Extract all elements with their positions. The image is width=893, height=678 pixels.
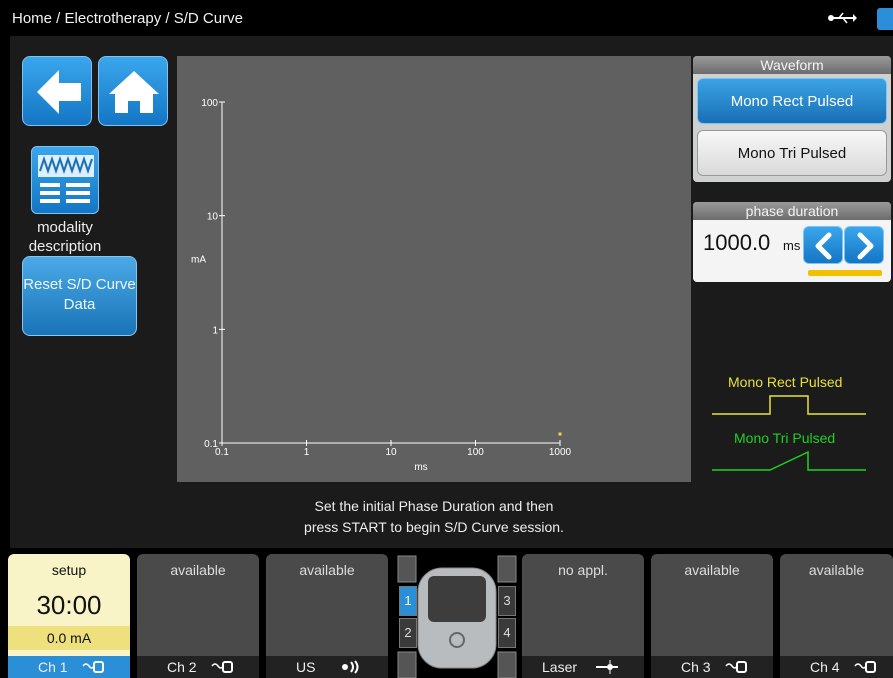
data-point [558, 432, 562, 436]
channel-3-tile[interactable]: available Ch 3 [651, 554, 773, 678]
x-axis-label: ms [414, 462, 427, 473]
back-button[interactable] [22, 56, 92, 126]
phase-duration-panel: phase duration 1000.0 ms [693, 202, 891, 282]
device-slot-4[interactable]: 4 [498, 618, 516, 648]
ultrasound-channel-tile[interactable]: available US [266, 554, 388, 678]
channel-1-tile[interactable]: setup 30:00 0.0 mA Ch 1 [8, 554, 130, 678]
chevron-left-icon [815, 232, 832, 260]
channel-bar: setup 30:00 0.0 mA Ch 1 available Ch 2 a… [0, 548, 893, 678]
y-axis-label: mA [191, 255, 206, 266]
laser-channel-status: no appl. [558, 562, 608, 578]
device-slot-1[interactable]: 1 [399, 586, 417, 616]
waveform-option-mono-rect[interactable]: Mono Rect Pulsed [697, 78, 887, 124]
waveform-header: Waveform [693, 56, 891, 74]
usb-icon [828, 12, 857, 24]
ultrasound-channel-status: available [299, 562, 355, 578]
channel-3-status: available [684, 562, 740, 578]
phase-duration-unit: ms [783, 238, 801, 253]
y-tick-label: 1 [212, 325, 218, 336]
x-tick-label: 100 [467, 447, 484, 458]
channel-2-tile[interactable]: available Ch 2 [137, 554, 259, 678]
breadcrumb[interactable]: Home / Electrotherapy / S/D Curve [12, 10, 243, 27]
waveform-option-mono-tri[interactable]: Mono Tri Pulsed [697, 130, 887, 176]
waveform-panel: Waveform Mono Rect Pulsed Mono Tri Pulse… [693, 56, 891, 182]
chevron-right-icon [857, 232, 874, 260]
sd-curve-chart: 100 10 1 0.1 0.1 1 10 100 1000 ms mA [177, 56, 691, 482]
electrode-icon [725, 661, 747, 673]
channel-3-footer: Ch 3 [651, 656, 773, 678]
electrode-icon [854, 661, 876, 673]
y-tick-label: 100 [201, 98, 218, 109]
x-tick-label: 1 [304, 447, 310, 458]
device-diagram: 1 2 3 4 [396, 554, 520, 678]
waveform-legend: Mono Rect Pulsed Mono Tri Pulsed [708, 366, 878, 486]
channel-1-footer: Ch 1 [8, 656, 130, 678]
phase-decrease-button[interactable] [803, 226, 843, 264]
phase-duration-value: 1000.0 [703, 230, 771, 255]
electrode-icon [211, 661, 233, 673]
ultrasound-icon [342, 660, 359, 674]
channel-1-status: setup [51, 562, 87, 578]
channel-4-footer: Ch 4 [780, 656, 893, 678]
channel-2-status: available [170, 562, 226, 578]
phase-increase-button[interactable] [844, 226, 884, 264]
ultrasound-channel-footer: US [266, 656, 388, 678]
laser-channel-footer: Laser [522, 656, 644, 678]
phase-duration-header: phase duration [693, 202, 891, 220]
storage-icon[interactable] [877, 8, 893, 30]
home-button[interactable] [98, 56, 168, 126]
device-slot-3[interactable]: 3 [498, 586, 516, 616]
main-panel: modality description Reset S/D Curve Dat… [10, 36, 893, 548]
mono-tri-waveform-line [712, 450, 866, 471]
channel-1-amplitude: 0.0 mA [8, 626, 130, 650]
x-tick-label: 1000 [549, 447, 572, 458]
reset-sd-curve-button[interactable]: Reset S/D Curve Data [22, 256, 137, 336]
instructions-text: Set the initial Phase Duration and then … [304, 498, 564, 535]
legend-mono-rect-label: Mono Rect Pulsed [728, 374, 843, 390]
back-arrow-icon [37, 70, 81, 114]
title-bar: Home / Electrotherapy / S/D Curve [0, 0, 893, 36]
device-slot-2[interactable]: 2 [399, 618, 417, 648]
channel-2-footer: Ch 2 [137, 656, 259, 678]
y-tick-label: 10 [207, 212, 219, 223]
modality-description-icon[interactable] [31, 146, 99, 214]
phase-duration-indicator [808, 270, 882, 276]
modality-description-label: modality description [28, 219, 102, 255]
home-icon [109, 71, 159, 113]
legend-mono-tri-label: Mono Tri Pulsed [734, 430, 836, 446]
mono-rect-waveform-line [712, 395, 866, 415]
channel-4-status: available [808, 562, 865, 578]
x-tick-label: 10 [385, 447, 397, 458]
electrode-icon [82, 661, 104, 673]
x-tick-label: 0.1 [215, 447, 229, 458]
laser-icon [596, 660, 618, 674]
laser-channel-tile[interactable]: no appl. Laser [522, 554, 644, 678]
channel-4-tile[interactable]: available Ch 4 [780, 554, 893, 678]
channel-1-time: 30:00 [36, 590, 102, 620]
